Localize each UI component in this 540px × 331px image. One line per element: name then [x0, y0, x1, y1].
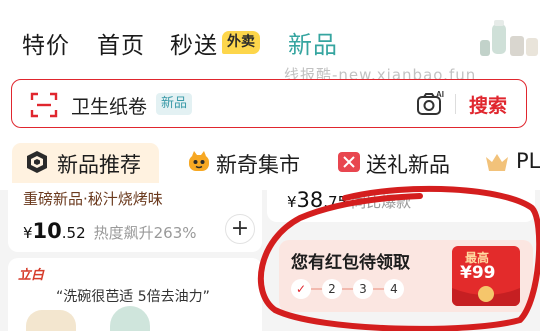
box-icon [27, 151, 47, 173]
product-card[interactable]: 重磅新品·秘汁烧烤味 ¥10.52 热度飙升263% + [8, 184, 262, 252]
takeout-badge[interactable]: 外卖 [222, 31, 260, 54]
step-done-check-icon: ✓ [291, 279, 311, 299]
price-integer: 38 [296, 188, 324, 212]
mascot-icon [189, 151, 209, 171]
tab-instant-delivery[interactable]: 秒送 [170, 26, 218, 60]
add-to-cart-button[interactable]: + [225, 214, 255, 244]
category-novelty-market[interactable]: 新奇集市 [186, 143, 310, 183]
step-2: 2 [322, 279, 342, 299]
search-bar[interactable]: 卫生纸卷 新品 AI 搜索 [11, 79, 527, 128]
product-price-row: ¥38.75 同比爆款 [287, 188, 411, 212]
step-4: 4 [384, 279, 404, 299]
tab-special-price[interactable]: 特价 [22, 26, 70, 60]
step-3: 3 [353, 279, 373, 299]
search-button[interactable]: 搜索 [469, 91, 507, 118]
ad-product-image [26, 310, 76, 331]
price-decimal: .52 [61, 224, 86, 242]
ad-slogan: “洗碗很芭适 5倍去油力” [56, 289, 210, 305]
camera-icon[interactable]: AI [415, 89, 445, 119]
category-label: 送礼新品 [366, 153, 450, 177]
gift-icon [338, 152, 360, 172]
product-price-row: ¥10.52 热度飙升263% [23, 219, 197, 243]
category-label: 新奇集市 [216, 153, 300, 177]
category-pl[interactable]: PL [484, 143, 540, 183]
price-integer: 10 [32, 219, 62, 243]
product-title: 重磅新品·秘汁烧烤味 [23, 190, 163, 208]
product-card[interactable]: ¥38.75 同比爆款 [267, 184, 535, 222]
search-divider [455, 94, 456, 114]
search-query[interactable]: 卫生纸卷 [71, 92, 147, 119]
red-packet-amount: ¥99 [460, 263, 496, 283]
tab-home[interactable]: 首页 [97, 26, 145, 60]
brand-logo: 立白 [18, 268, 45, 283]
scan-icon[interactable] [30, 91, 58, 119]
hot-trend-text: 热度飙升263% [93, 224, 197, 242]
category-gift-new[interactable]: 送礼新品 [336, 143, 460, 183]
crown-icon [486, 154, 508, 171]
product-suffix: 同比爆款 [351, 193, 412, 211]
red-packet-title: 您有红包待领取 [291, 253, 410, 273]
red-packet-banner[interactable]: 您有红包待领取 ✓ 2 3 4 最高 ¥99 [279, 240, 533, 312]
thermos-image[interactable] [478, 18, 540, 62]
ai-label: AI [436, 90, 444, 99]
category-new-recommend[interactable]: 新品推荐 [12, 143, 159, 183]
category-label: 新品推荐 [57, 153, 141, 177]
category-label: PL [516, 149, 540, 173]
tab-new-products[interactable]: 新品 [288, 25, 338, 60]
price-symbol: ¥ [23, 224, 33, 242]
price-decimal: .75 [323, 193, 348, 211]
new-tag: 新品 [156, 93, 193, 115]
price-symbol: ¥ [287, 193, 297, 211]
